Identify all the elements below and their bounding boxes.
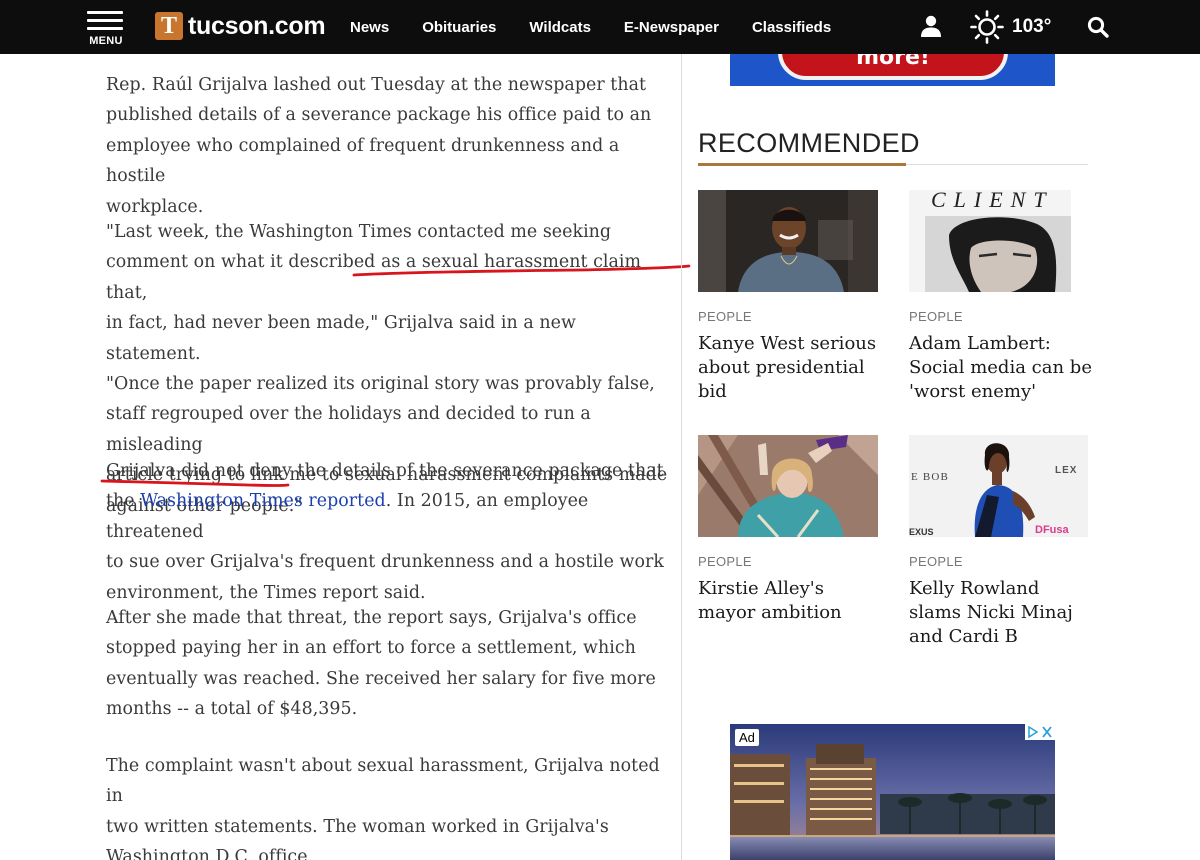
search-icon[interactable]: [1087, 16, 1109, 38]
logo-text: tucson.com: [188, 11, 326, 40]
text-line: Rep. Raúl Grijalva lashed out Tuesday at…: [106, 75, 647, 95]
card-category: PEOPLE: [909, 309, 963, 324]
top-navigation-bar: MENU tucson.com News Obituaries Wildcats…: [0, 0, 1200, 54]
hamburger-icon-bar: [87, 27, 123, 30]
nav-link-classifieds[interactable]: Classifieds: [752, 19, 831, 36]
nav-link-wildcats[interactable]: Wildcats: [529, 19, 591, 36]
text-line: employee who complained of frequent drun…: [106, 135, 620, 187]
text-line: the Washington Times reported. In 2015, …: [106, 486, 671, 547]
menu-label: MENU: [89, 35, 123, 47]
ad-photo-resort: [730, 724, 1055, 860]
photo-adam-lambert: CLIENT: [909, 190, 1071, 292]
top-banner-ad[interactable]: Click to learn more!: [730, 54, 1055, 86]
text-line: "Last week, the Washington Times contact…: [106, 222, 612, 242]
recommended-heading: RECOMMENDED: [698, 128, 920, 158]
card-category: PEOPLE: [698, 554, 752, 569]
text-line: staff regrouped over the holidays and de…: [106, 404, 591, 455]
image-text-left: E BOB: [911, 471, 949, 483]
site-logo[interactable]: tucson.com: [155, 11, 326, 41]
card-headline[interactable]: Kirstie Alley's mayor ambition: [698, 577, 883, 625]
main-nav: News Obituaries Wildcats E-Newspaper Cla…: [350, 0, 864, 54]
user-account-icon[interactable]: [919, 14, 943, 38]
ad-cta-button: Click to learn more!: [778, 54, 1008, 80]
article-paragraph: The complaint wasn't about sexual harass…: [106, 751, 671, 860]
image-text-right: LEX: [1055, 465, 1077, 476]
hamburger-icon-bar: [87, 19, 123, 22]
article-paragraph: Grijalva did not deny the details of the…: [106, 456, 671, 608]
card-headline[interactable]: Kelly Rowland slams Nicki Minaj and Card…: [909, 577, 1094, 649]
text-line: months -- a total of $48,395.: [106, 699, 358, 720]
recommended-card[interactable]: PEOPLE Kirstie Alley's mayor ambition: [698, 435, 878, 623]
recommended-card[interactable]: E BOB LEX EXUS DFusa PEOPLE Kelly Rowlan…: [909, 435, 1089, 647]
nav-link-news[interactable]: News: [350, 19, 389, 36]
text-line: in fact, had never been made," Grijalva …: [106, 313, 576, 364]
text-line: eventually was reached. She received her…: [106, 668, 656, 689]
image-text-bottom: EXUS: [909, 527, 934, 537]
card-headline[interactable]: Kanye West serious about presidential bi…: [698, 332, 883, 404]
card-thumbnail: [698, 435, 878, 537]
article-paragraph: After she made that threat, the report s…: [106, 603, 656, 725]
hamburger-icon: [87, 11, 123, 14]
heading-accent-bar: [698, 163, 906, 166]
text-line: The complaint wasn't about sexual harass…: [106, 756, 660, 807]
text-line: to sue over Grijalva's frequent drunkenn…: [106, 552, 664, 573]
card-thumbnail: [698, 190, 878, 292]
column-divider: [681, 54, 682, 860]
ad-cta-text: Click to learn more!: [856, 54, 930, 70]
temperature-reading: 103°: [1012, 16, 1052, 37]
adchoices-icon[interactable]: [1025, 724, 1055, 740]
text-line: stopped paying her in an effort to force…: [106, 638, 636, 659]
card-category: PEOPLE: [909, 554, 963, 569]
card-thumbnail: CLIENT: [909, 190, 1071, 292]
card-category: PEOPLE: [698, 309, 752, 324]
sun-icon: [970, 10, 1004, 44]
nav-link-obituaries[interactable]: Obituaries: [422, 19, 496, 36]
image-text-client: CLIENT: [931, 190, 1054, 212]
text-line: comment on what it described as a sexual…: [106, 252, 642, 303]
text-line: Washington D.C. office.: [106, 847, 314, 860]
washington-times-link[interactable]: Washington Times reported: [140, 491, 386, 511]
photo-kelly-rowland: E BOB LEX EXUS DFusa: [909, 435, 1088, 537]
text-line: After she made that threat, the report s…: [106, 608, 637, 628]
text-line: published details of a severance package…: [106, 105, 652, 126]
weather-widget[interactable]: 103°: [970, 8, 1051, 46]
photo-kirstie-alley: [698, 435, 878, 537]
recommended-card[interactable]: PEOPLE Kanye West serious about presiden…: [698, 190, 878, 402]
bottom-display-ad[interactable]: Ad: [730, 724, 1055, 860]
text-fragment: the: [106, 491, 141, 512]
text-line: two written statements. The woman worked…: [106, 816, 609, 837]
text-line: Grijalva did not deny the details of the…: [106, 461, 664, 481]
menu-button[interactable]: MENU: [86, 9, 126, 49]
nav-link-e-newspaper[interactable]: E-Newspaper: [624, 19, 719, 36]
recommended-card[interactable]: CLIENT PEOPLE Adam Lambert: Social media…: [909, 190, 1092, 402]
photo-kanye-west: [698, 190, 878, 292]
image-text-pink: DFusa: [1035, 524, 1070, 536]
article-paragraph: Rep. Raúl Grijalva lashed out Tuesday at…: [106, 70, 671, 222]
logo-t-icon: [155, 12, 183, 40]
text-line: "Once the paper realized its original st…: [106, 374, 655, 395]
ad-label: Ad: [735, 729, 759, 746]
card-headline[interactable]: Adam Lambert: Social media can be 'worst…: [909, 332, 1094, 404]
card-thumbnail: E BOB LEX EXUS DFusa: [909, 435, 1088, 537]
